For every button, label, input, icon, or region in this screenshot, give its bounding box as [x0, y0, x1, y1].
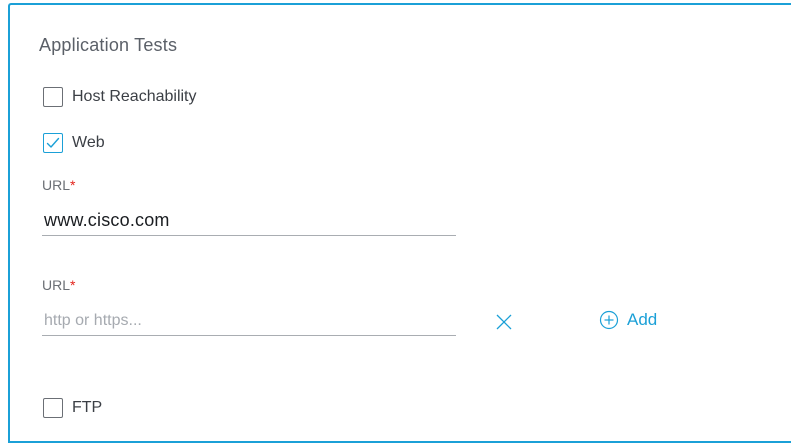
checkbox-label: Web	[72, 134, 105, 151]
url-label-text: URL	[42, 277, 71, 293]
url-input-2[interactable]	[42, 306, 456, 336]
checkbox-web[interactable]: Web	[43, 133, 105, 153]
checkbox-box[interactable]	[43, 398, 63, 418]
url-input-1[interactable]	[42, 206, 456, 236]
plus-circle-icon	[599, 310, 619, 330]
required-marker: *	[70, 277, 76, 293]
checkbox-box[interactable]	[43, 87, 63, 107]
url-field-label: URL*	[42, 277, 75, 293]
checkbox-host-reachability[interactable]: Host Reachability	[43, 87, 197, 107]
application-tests-panel: Application Tests Host Reachability Web …	[8, 3, 791, 443]
url-label-text: URL	[42, 177, 71, 193]
checkbox-label: Host Reachability	[72, 88, 197, 105]
add-url-button[interactable]: Add	[599, 310, 657, 330]
checkbox-label: FTP	[72, 399, 103, 416]
required-marker: *	[70, 177, 76, 193]
checkbox-box-checked[interactable]	[43, 133, 63, 153]
close-icon	[496, 314, 512, 330]
checkmark-icon	[46, 137, 60, 148]
add-label: Add	[627, 310, 658, 329]
checkbox-ftp[interactable]: FTP	[43, 398, 102, 418]
clear-url-button[interactable]	[494, 312, 514, 332]
section-title: Application Tests	[39, 35, 178, 55]
url-field-label: URL*	[42, 177, 75, 193]
